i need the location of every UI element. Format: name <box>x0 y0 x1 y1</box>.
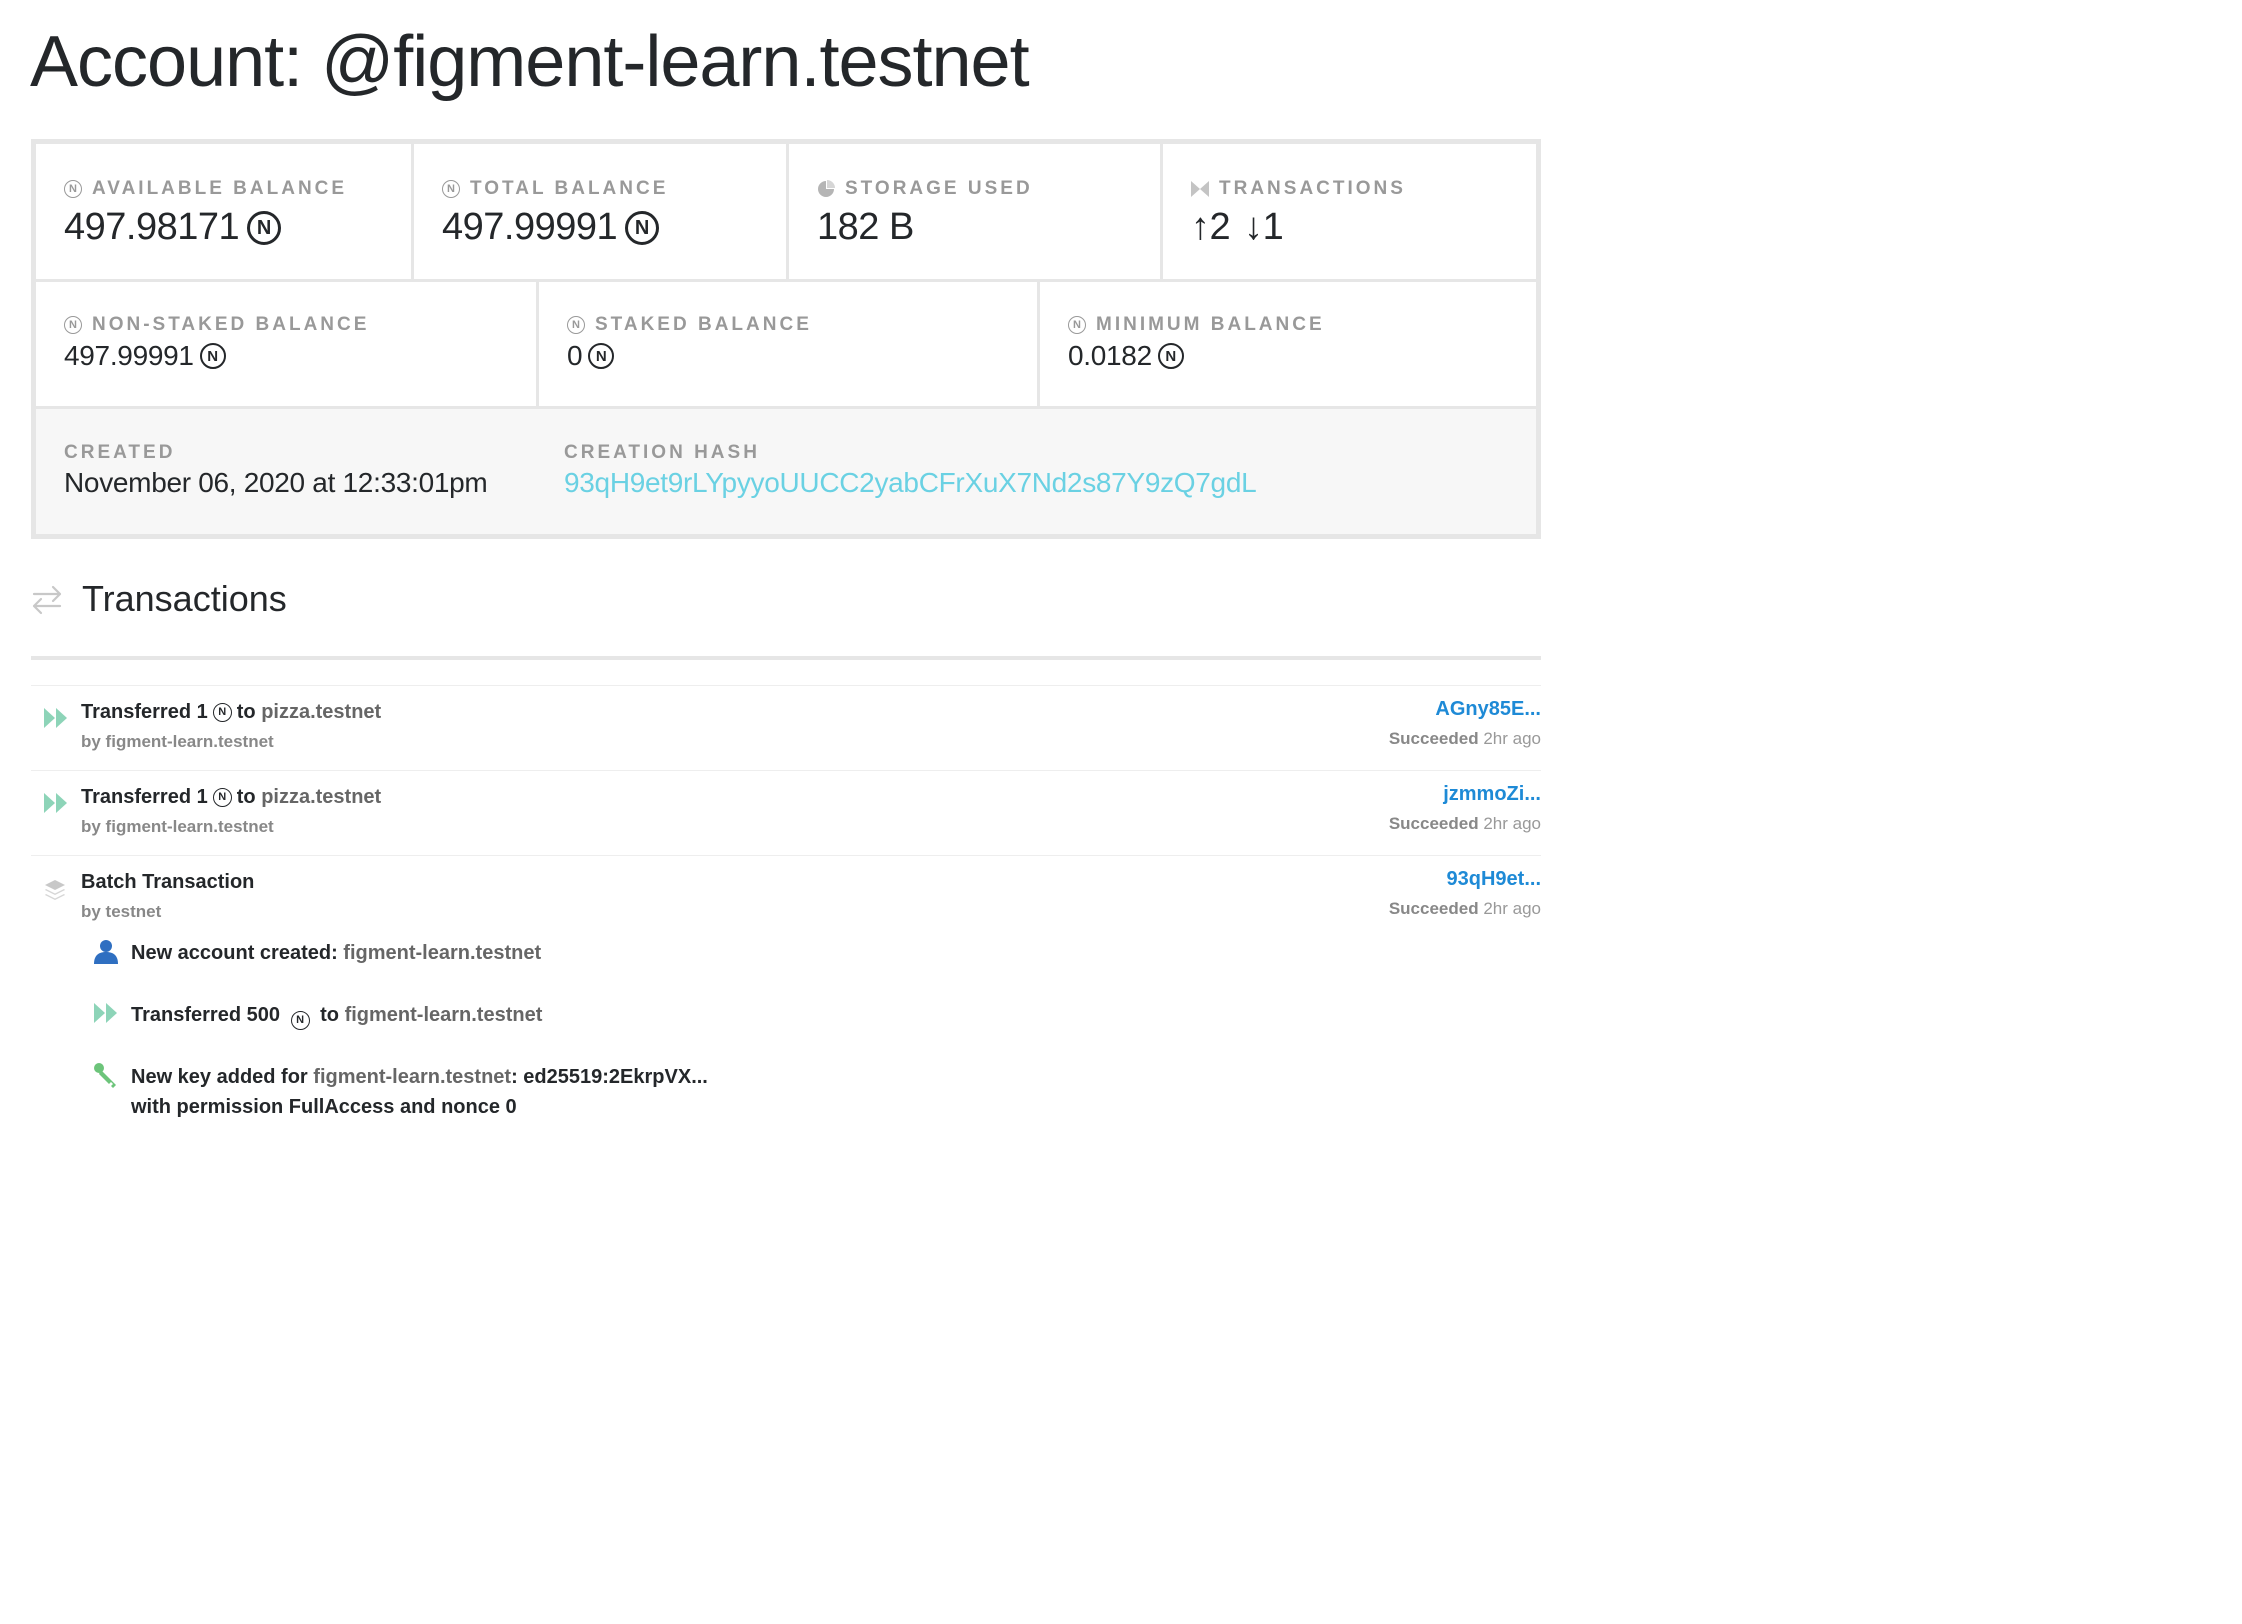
transaction-title: Transferred 1 <box>81 701 208 723</box>
action-item: Transferred 500 N to figment-learn.testn… <box>93 1000 542 1030</box>
status-badge: Succeeded <box>1388 899 1479 918</box>
page-title: Account: @figment-learn.testnet <box>30 22 1030 102</box>
near-icon: N <box>1068 316 1086 334</box>
staked-balance-cell: N STAKED BALANCE 0 N <box>539 282 1037 406</box>
account-link[interactable]: figment-learn.testnet <box>343 942 541 964</box>
transaction-row[interactable]: Batch Transaction by testnet 93qH9et... … <box>31 855 1541 1131</box>
arrow-up-icon: ↑ <box>1191 206 1210 248</box>
near-icon: N <box>442 180 460 198</box>
staked-balance-value: 0 <box>567 340 583 371</box>
near-icon: N <box>290 1011 310 1030</box>
double-play-icon <box>94 1003 117 1023</box>
action-item: New key added for figment-learn.testnet:… <box>93 1062 708 1122</box>
permission-text: with permission FullAccess and nonce 0 <box>131 1096 517 1118</box>
near-icon: N <box>247 210 282 245</box>
total-balance-value: 497.99991 <box>442 206 618 248</box>
available-balance-cell: N AVAILABLE BALANCE 497.98171 N <box>36 144 411 279</box>
near-icon: N <box>199 343 226 369</box>
near-icon: N <box>625 210 660 245</box>
near-icon: N <box>1157 343 1184 369</box>
created-label: CREATED <box>64 442 176 463</box>
status-badge: Succeeded <box>1388 814 1479 833</box>
account-link[interactable]: figment-learn.testnet <box>345 1004 543 1026</box>
action-text: Transferred 500 <box>131 1004 280 1026</box>
account-link[interactable]: pizza.testnet <box>261 786 381 809</box>
account-stats-card: N AVAILABLE BALANCE 497.98171 N N TOTAL … <box>31 139 1541 539</box>
staked-balance-label: STAKED BALANCE <box>595 314 812 335</box>
transaction-hash-link[interactable]: jzmmoZi... <box>1389 783 1541 806</box>
minimum-balance-label: MINIMUM BALANCE <box>1096 314 1325 335</box>
double-play-icon <box>44 793 67 813</box>
user-icon <box>94 940 118 964</box>
near-icon: N <box>64 316 82 334</box>
action-text: New account created: <box>131 942 338 964</box>
public-key: : ed25519:2EkrpVX... <box>511 1066 708 1088</box>
incoming-count: 1 <box>1262 206 1284 248</box>
account-link[interactable]: pizza.testnet <box>261 701 381 724</box>
non-staked-balance-cell: N NON-STAKED BALANCE 497.99991 N <box>36 282 536 406</box>
outgoing-count: 2 <box>1209 206 1231 248</box>
account-page: Account: @figment-learn.testnet N AVAILA… <box>0 0 1566 1131</box>
transaction-signer: by testnet <box>81 902 162 921</box>
storage-used-cell: STORAGE USED 182 B <box>789 144 1160 279</box>
status-badge: Succeeded <box>1388 729 1479 748</box>
transaction-time: 2hr ago <box>1483 899 1541 918</box>
storage-used-value: 182 B <box>817 206 914 248</box>
transaction-row[interactable]: Transferred 1 N to pizza.testnet by figm… <box>31 770 1541 855</box>
creation-hash-link[interactable]: 93qH9et9rLYpyyoUUCC2yabCFrXuX7Nd2s87Y9zQ… <box>564 467 1257 499</box>
total-balance-label: TOTAL BALANCE <box>470 178 669 199</box>
divider <box>31 656 1541 660</box>
transaction-time: 2hr ago <box>1483 729 1541 748</box>
arrow-down-icon: ↓ <box>1244 206 1263 248</box>
transaction-row[interactable]: Transferred 1 N to pizza.testnet by figm… <box>31 685 1541 770</box>
transactions-count-cell: TRANSACTIONS ↑ 2 ↓ 1 <box>1163 144 1536 279</box>
transaction-title: Transferred 1 <box>81 786 208 808</box>
stats-row-3: CREATED November 06, 2020 at 12:33:01pm … <box>36 409 1536 534</box>
transactions-count-label: TRANSACTIONS <box>1219 178 1406 199</box>
stats-row-2: N NON-STAKED BALANCE 497.99991 N N STAKE… <box>36 282 1536 406</box>
near-icon: N <box>567 316 585 334</box>
creation-hash-label: CREATION HASH <box>564 442 760 463</box>
non-staked-balance-label: NON-STAKED BALANCE <box>92 314 370 335</box>
storage-used-label: STORAGE USED <box>845 178 1033 199</box>
created-value: November 06, 2020 at 12:33:01pm <box>64 467 488 498</box>
transaction-hash-link[interactable]: 93qH9et... <box>1389 868 1541 891</box>
swap-arrows-icon <box>32 585 62 615</box>
near-icon: N <box>588 343 615 369</box>
available-balance-value: 497.98171 <box>64 206 240 248</box>
action-text: New key added for <box>131 1066 308 1088</box>
non-staked-balance-value: 497.99991 <box>64 340 194 371</box>
minimum-balance-value: 0.0182 <box>1068 340 1152 371</box>
transaction-signer: by figment-learn.testnet <box>81 732 274 751</box>
transaction-signer: by figment-learn.testnet <box>81 817 274 836</box>
near-icon: N <box>64 180 82 198</box>
minimum-balance-cell: N MINIMUM BALANCE 0.0182 N <box>1040 282 1536 406</box>
creation-hash-cell: CREATION HASH 93qH9et9rLYpyyoUUCC2yabCFr… <box>536 409 1536 534</box>
bowtie-icon <box>1191 180 1209 198</box>
transactions-heading: Transactions <box>82 578 287 619</box>
key-icon <box>94 1063 116 1088</box>
account-link[interactable]: figment-learn.testnet <box>313 1066 511 1088</box>
near-icon: N <box>212 703 232 722</box>
transaction-title: Batch Transaction <box>81 871 255 893</box>
transactions-header: Transactions <box>30 578 287 620</box>
created-cell: CREATED November 06, 2020 at 12:33:01pm <box>36 409 536 534</box>
transaction-hash-link[interactable]: AGny85E... <box>1389 698 1541 721</box>
double-play-icon <box>44 708 67 728</box>
near-icon: N <box>212 788 232 807</box>
transaction-time: 2hr ago <box>1483 814 1541 833</box>
stats-row-1: N AVAILABLE BALANCE 497.98171 N N TOTAL … <box>36 144 1536 279</box>
available-balance-label: AVAILABLE BALANCE <box>92 178 348 199</box>
action-item: New account created: figment-learn.testn… <box>93 938 541 968</box>
pie-chart-icon <box>817 180 835 198</box>
layers-icon <box>45 880 65 900</box>
total-balance-cell: N TOTAL BALANCE 497.99991 N <box>414 144 786 279</box>
